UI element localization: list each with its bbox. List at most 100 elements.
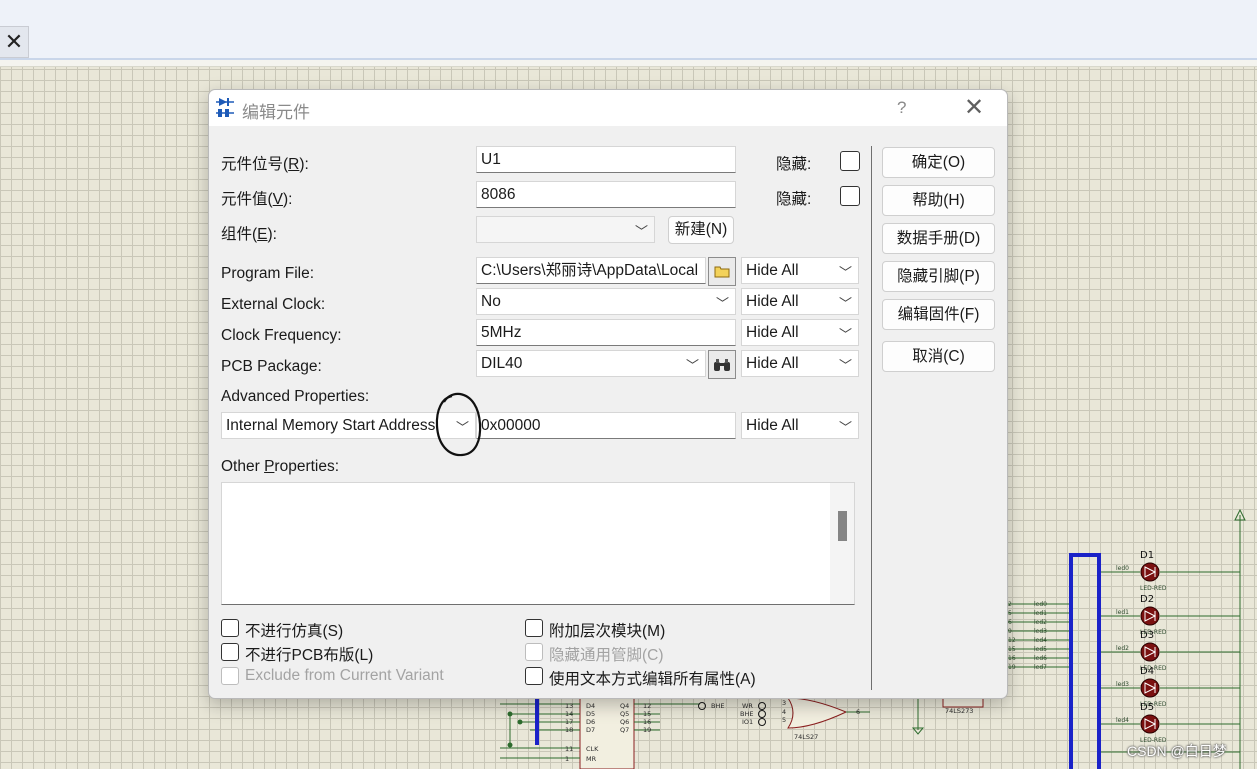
pcb-package-select[interactable]: DIL40 ﹀ — [476, 350, 706, 377]
led-net-label: led0 — [1116, 565, 1129, 572]
bus-net-label: led2 — [1034, 619, 1047, 626]
browse-folder-button[interactable] — [708, 257, 736, 286]
led-ref-label: D2 — [1140, 594, 1154, 605]
gate-pin-label: 6 — [856, 708, 860, 716]
scrollbar-thumb[interactable] — [838, 511, 847, 541]
latch-pin-name: D7 — [586, 726, 595, 734]
led-net-label: led2 — [1116, 645, 1129, 652]
latch-pin-label: 16 — [643, 718, 651, 726]
led-d3 — [1140, 642, 1160, 662]
hidden-label-value: 隐藏: — [776, 191, 812, 208]
help-icon[interactable]: ? — [897, 98, 906, 118]
bus-pin-label: 2 — [1008, 601, 1012, 608]
bus-pin-label: 6 — [1008, 619, 1012, 626]
attach-hierarchy-checkbox[interactable] — [525, 619, 543, 637]
clock-frequency-visibility-select[interactable]: Hide All ﹀ — [741, 319, 859, 346]
datasheet-button[interactable]: 数据手册(D) — [882, 223, 995, 254]
gate-pin-label: 4 — [782, 708, 786, 716]
pcb-package-visibility-select[interactable]: Hide All ﹀ — [741, 350, 859, 377]
latch-pin-name: MR — [586, 755, 597, 763]
close-icon[interactable]: ✕ — [959, 93, 989, 123]
pcb-package-label: PCB Package: — [221, 358, 322, 375]
hidden-pins-button[interactable]: 隐藏引脚(P) — [882, 261, 995, 292]
chevron-down-icon: ﹀ — [715, 296, 729, 311]
gate-input-label: BHE — [740, 710, 753, 718]
chevron-down-icon: ﹀ — [838, 265, 852, 280]
hide-common-pins-label: 隐藏通用管脚(C) — [549, 647, 664, 664]
bus-net-label: led7 — [1034, 664, 1047, 671]
chevron-down-icon: ﹀ — [838, 296, 852, 311]
bus-line-right — [1069, 553, 1101, 769]
bus-net-label: led6 — [1034, 655, 1047, 662]
bus-pin-label: 12 — [1008, 637, 1016, 644]
attach-hierarchy-label: 附加层次模块(M) — [549, 623, 666, 640]
hidden-checkbox-ref[interactable] — [840, 151, 860, 171]
nor-gate-symbol — [787, 697, 848, 729]
bus-pin-label: 16 — [1008, 655, 1016, 662]
gate-input-label: WR — [742, 702, 753, 710]
no-simulation-checkbox[interactable] — [221, 619, 239, 637]
group-select[interactable]: ﹀ — [476, 216, 655, 243]
led-d2 — [1140, 606, 1160, 626]
advanced-visibility-select[interactable]: Hide All ﹀ — [741, 412, 859, 439]
hidden-checkbox-value[interactable] — [840, 186, 860, 206]
latch-pin-label: 11 — [565, 745, 573, 753]
cancel-button[interactable]: 取消(C) — [882, 341, 995, 372]
dialog-titlebar: 编辑元件 ? ✕ — [209, 90, 1007, 126]
latch-pin-label: 1 — [565, 755, 569, 763]
latch-pin-name: Q7 — [620, 726, 629, 734]
bus-pin-label: 15 — [1008, 646, 1016, 653]
led-part-label: LED-RED — [1140, 585, 1167, 592]
advanced-property-value-input[interactable]: 0x00000 — [476, 412, 736, 439]
no-simulation-label: 不进行仿真(S) — [245, 623, 344, 640]
external-clock-visibility-select[interactable]: Hide All ﹀ — [741, 288, 859, 315]
group-label: 组件(E): — [221, 226, 277, 243]
new-button[interactable]: 新建(N) — [668, 216, 734, 244]
bus-pin-label: 9 — [1008, 628, 1012, 635]
edit-firmware-button[interactable]: 编辑固件(F) — [882, 299, 995, 330]
led-d5 — [1140, 714, 1160, 734]
hidden-label-ref: 隐藏: — [776, 156, 812, 173]
external-clock-select[interactable]: No ﹀ — [476, 288, 736, 315]
hide-common-pins-checkbox[interactable] — [525, 643, 543, 661]
no-pcb-layout-label: 不进行PCB布版(L) — [245, 647, 374, 664]
edit-all-as-text-checkbox[interactable] — [525, 667, 543, 685]
exclude-variant-checkbox[interactable] — [221, 667, 239, 685]
hand-drawn-circle — [435, 392, 482, 457]
external-clock-label: External Clock: — [221, 296, 326, 313]
gate-input-label: IO1 — [742, 718, 753, 726]
part-reference-input[interactable]: U1 — [476, 146, 736, 173]
help-button[interactable]: 帮助(H) — [882, 185, 995, 216]
latch-pin-label: 19 — [643, 726, 651, 734]
latch-pin-label: 14 — [565, 710, 573, 718]
bus-net-label: led0 — [1034, 601, 1047, 608]
latch-pin-label: 17 — [565, 718, 573, 726]
divider — [871, 146, 872, 690]
led-ref-label: D5 — [1140, 702, 1154, 713]
latch-pin-name: D4 — [586, 702, 595, 710]
bus-pin-label: 5 — [1008, 610, 1012, 617]
led-ref-label: D1 — [1140, 550, 1154, 561]
no-pcb-layout-checkbox[interactable] — [221, 643, 239, 661]
led-d4 — [1140, 678, 1160, 698]
other-properties-textarea[interactable] — [221, 482, 855, 605]
chip-label-74ls27: 74LS27 — [794, 733, 818, 741]
led-net-label: led3 — [1116, 681, 1129, 688]
led-ref-label: D3 — [1140, 630, 1154, 641]
bus-net-label: led5 — [1034, 646, 1047, 653]
exclude-variant-label: Exclude from Current Variant — [245, 667, 444, 684]
textarea-scrollbar[interactable] — [830, 483, 854, 604]
ok-button[interactable]: 确定(O) — [882, 147, 995, 178]
chevron-down-icon: ﹀ — [685, 358, 699, 373]
led-net-label: led4 — [1116, 717, 1129, 724]
part-value-label: 元件值(V): — [221, 191, 293, 208]
part-value-input[interactable]: 8086 — [476, 181, 736, 208]
package-browse-button[interactable] — [708, 350, 736, 379]
program-file-visibility-select[interactable]: Hide All ﹀ — [741, 257, 859, 284]
latch-pin-name: D6 — [586, 718, 595, 726]
latch-pin-name: Q6 — [620, 718, 629, 726]
part-reference-label: 元件位号(R): — [221, 156, 309, 173]
folder-icon — [714, 266, 730, 278]
clock-frequency-input[interactable]: 5MHz — [476, 319, 736, 346]
program-file-input[interactable]: C:\Users\郑丽诗\AppData\Local — [476, 257, 706, 284]
